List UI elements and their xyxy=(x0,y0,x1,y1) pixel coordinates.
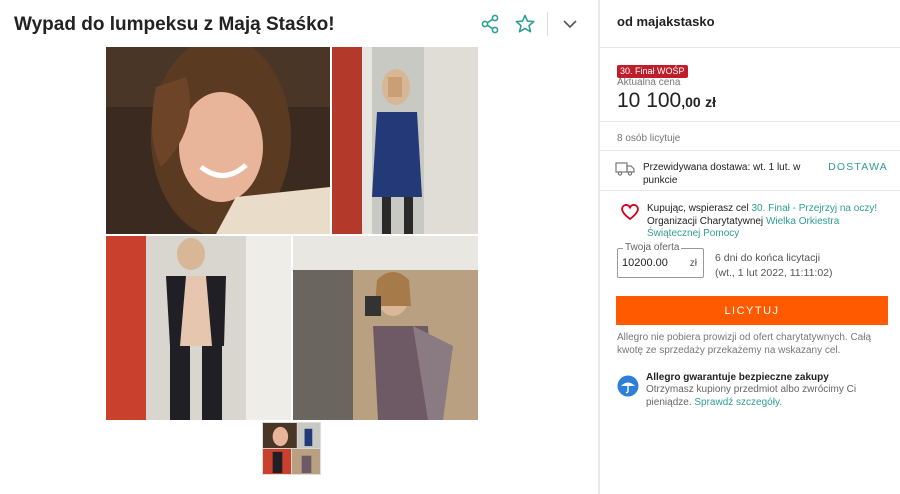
bid-input[interactable] xyxy=(622,257,682,269)
actions-divider xyxy=(547,12,548,36)
bidders-count: 8 osób licytuje xyxy=(617,133,681,144)
commission-note: Allegro nie pobiera prowizji od ofert ch… xyxy=(617,332,872,356)
sidebar-divider xyxy=(600,121,900,122)
photo-sequin-dress-mirror[interactable] xyxy=(293,236,478,420)
price-currency: zł xyxy=(705,94,717,110)
chevron-down-icon xyxy=(563,20,577,29)
bid-field[interactable]: Twoja oferta zł xyxy=(617,242,704,278)
allegro-protect-icon xyxy=(617,375,639,397)
watch-button[interactable] xyxy=(513,12,537,36)
star-icon xyxy=(515,14,535,33)
guarantee-title: Allegro gwarantuje bezpieczne zakupy xyxy=(646,372,829,383)
delivery-estimate: Przewidywana dostawa: wt. 1 lut. w punkc… xyxy=(643,162,801,186)
price-label: Aktualna cena xyxy=(617,77,681,88)
current-price: 10 100,00 zł xyxy=(617,89,716,113)
product-gallery[interactable] xyxy=(106,47,478,420)
photo-sheer-bodysuit-mirror[interactable] xyxy=(106,236,291,420)
bid-button[interactable]: LICYTUJ xyxy=(616,296,888,325)
charity-info: Kupując, wspierasz cel 30. Finał - Przej… xyxy=(647,203,887,241)
share-icon xyxy=(481,14,499,34)
charity-middle: Organizacji Charytatywnej xyxy=(647,215,764,227)
thumbnail-collage[interactable] xyxy=(262,422,321,475)
price-main: 10 100 xyxy=(617,89,682,112)
photo-blue-dress-mirror[interactable] xyxy=(332,47,478,234)
charity-prefix: Kupując, wspierasz cel xyxy=(647,203,749,214)
photo-selfie-closeup[interactable] xyxy=(106,47,330,234)
more-options-button[interactable] xyxy=(558,12,582,36)
auction-end-date: (wt., 1 lut 2022, 11:11:02) xyxy=(715,266,833,279)
auction-time-left: 6 dni do końca licytacji (wt., 1 lut 202… xyxy=(715,251,895,280)
guarantee-details-link[interactable]: Sprawdź szczegóły. xyxy=(694,397,782,408)
bid-field-label: Twoja oferta xyxy=(623,242,682,253)
heart-icon xyxy=(621,204,639,221)
time-left-text: 6 dni do końca licytacji xyxy=(715,252,821,264)
truck-icon xyxy=(615,162,635,176)
sidebar-divider xyxy=(600,150,900,151)
guarantee-text: Otrzymasz kupiony przedmiot albo zwrócim… xyxy=(646,384,886,409)
share-button[interactable] xyxy=(478,12,502,36)
charity-goal-link[interactable]: 30. Finał - Przejrzyj na oczy! xyxy=(752,203,878,214)
offer-actions xyxy=(478,12,582,36)
price-decimals: ,00 xyxy=(681,94,701,110)
offer-title: Wypad do lumpeksu z Mają Staśko! xyxy=(14,14,335,35)
delivery-link[interactable]: DOSTAWA xyxy=(828,161,888,173)
offer-sidebar: od majakstasko 30. Finał WOŚP Aktualna c… xyxy=(600,0,900,494)
sidebar-divider xyxy=(600,47,900,48)
seller-label: od majakstasko xyxy=(617,14,715,29)
bid-currency: zł xyxy=(689,258,697,269)
offer-main-panel: Wypad do lumpeksu z Mają Staśko! xyxy=(0,0,598,494)
sidebar-divider xyxy=(600,190,900,191)
